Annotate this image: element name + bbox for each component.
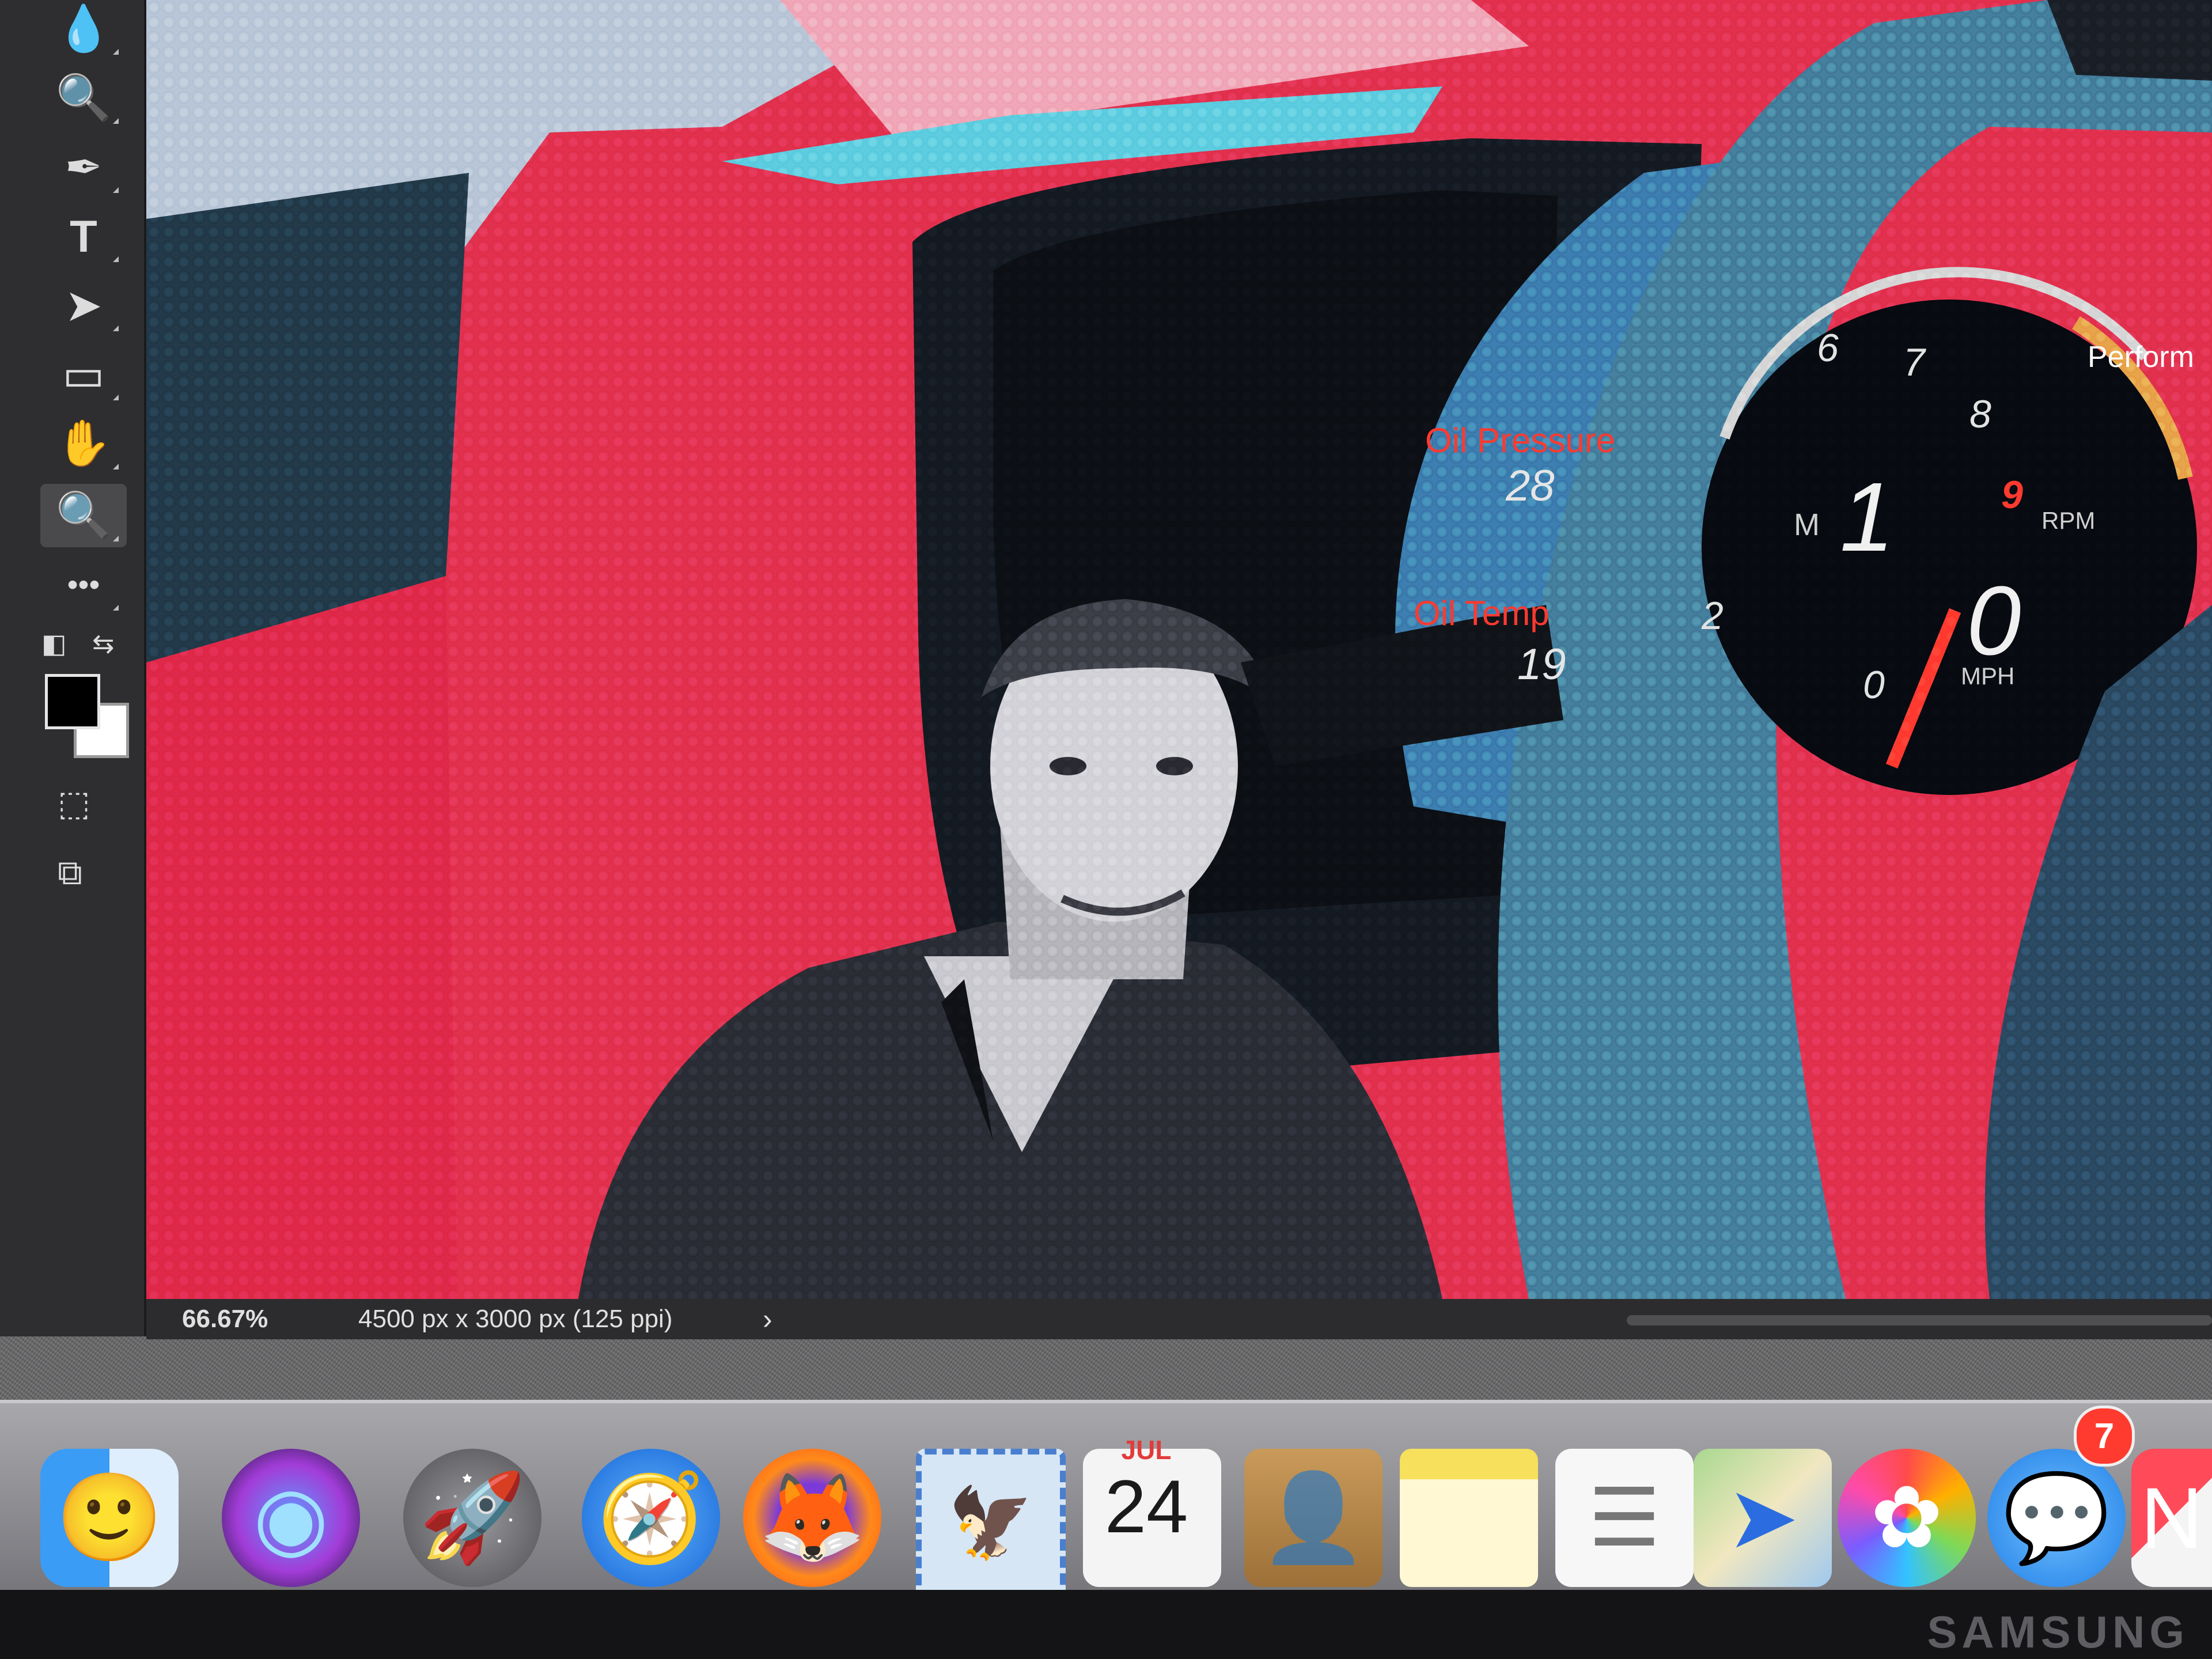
gauge-tick-0: 0 (1863, 663, 1885, 707)
monitor-bezel (0, 1590, 2212, 1659)
document-info: 4500 px x 3000 px (125 ppi) (358, 1305, 673, 1333)
pen-tool-icon[interactable]: ✒ (40, 135, 127, 199)
tools-panel: 💧 🔍 ✒ T ➤ ▭ ✋ 🔍 ••• ◧ ⇆ ⬚ ⧉ (0, 0, 146, 1336)
firefox-icon[interactable]: 🦊 (743, 1449, 881, 1587)
notes-icon[interactable] (1400, 1449, 1538, 1587)
chevron-right-icon[interactable]: › (763, 1302, 772, 1336)
rpm-label: RPM (2041, 507, 2096, 534)
mph-label: MPH (1961, 662, 2015, 690)
zoom-tool-icon[interactable]: 🔍 (40, 484, 127, 547)
document-canvas[interactable]: 6 7 8 9 M 1 2 0 0 RPM MPH Perform Oil Pr… (146, 0, 2212, 1299)
oil-temp-value: 19 (1517, 640, 1566, 689)
oil-pressure-value: 28 (1506, 461, 1555, 510)
gauge-tick-2: 2 (1702, 594, 1724, 638)
news-icon[interactable]: N (2131, 1449, 2212, 1587)
reminders-icon[interactable]: ☰ (1555, 1449, 1694, 1587)
mail-icon[interactable]: 🦅 (916, 1449, 1066, 1599)
calendar-month: JUL (1121, 1435, 1172, 1465)
gauge-tick-8: 8 (1969, 392, 1991, 436)
horizontal-scrollbar[interactable] (1627, 1315, 2212, 1325)
maps-icon[interactable]: ➤ (1694, 1449, 1832, 1587)
finder-icon[interactable]: 🙂 (40, 1449, 179, 1587)
oil-pressure-label: Oil Pressure (1425, 421, 1616, 460)
performance-label: Perform (2088, 340, 2194, 374)
default-colors-icon[interactable]: ◧ (41, 628, 66, 659)
photos-icon[interactable]: ✿ (1838, 1449, 1976, 1587)
rectangle-tool-icon[interactable]: ▭ (40, 343, 127, 406)
monitor-brand: SAMSUNG (1927, 1607, 2189, 1657)
swap-colors-icon[interactable]: ⇆ (92, 628, 115, 659)
screen-mode-icon[interactable]: ⧉ (58, 853, 82, 893)
artwork (146, 0, 2212, 1299)
type-tool-icon[interactable]: T (40, 204, 127, 268)
gauge-tick-7: 7 (1903, 340, 1925, 384)
blur-tool-icon[interactable]: 💧 (40, 0, 127, 60)
more-tools-icon[interactable]: ••• (40, 553, 127, 616)
launchpad-icon[interactable]: 🚀 (403, 1449, 541, 1587)
gauge-tick-9: 9 (2001, 473, 2023, 517)
dodge-tool-icon[interactable]: 🔍 (40, 66, 127, 130)
oil-temp-label: Oil Temp (1414, 594, 1550, 632)
gauge-tick-6: 6 (1817, 326, 1839, 370)
messages-icon[interactable]: 💬 (1987, 1449, 2126, 1587)
status-bar: 66.67% 4500 px x 3000 px (125 ppi) › (146, 1299, 2212, 1339)
messages-badge: 7 (2074, 1406, 2135, 1467)
calendar-day: 24 (1104, 1464, 1188, 1548)
foreground-color-swatch[interactable] (45, 674, 100, 729)
speed-readout: 0 (1967, 566, 2021, 676)
gear-indicator: 1 (1840, 463, 1895, 572)
path-selection-tool-icon[interactable]: ➤ (40, 274, 127, 337)
siri-icon[interactable]: ◉ (222, 1449, 360, 1587)
safari-icon[interactable]: 🧭 (582, 1449, 720, 1587)
contacts-icon[interactable]: 👤 (1244, 1449, 1382, 1587)
gear-mode-label: M (1794, 507, 1820, 542)
quick-mask-icon[interactable]: ⬚ (58, 783, 90, 824)
zoom-level[interactable]: 66.67% (182, 1305, 268, 1334)
hand-tool-icon[interactable]: ✋ (40, 412, 127, 475)
